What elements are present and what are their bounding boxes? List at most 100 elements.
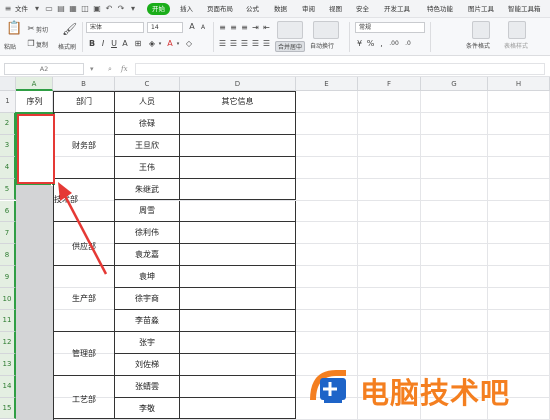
- column-header-a[interactable]: A: [16, 77, 53, 91]
- row-header-2[interactable]: 2: [0, 112, 16, 135]
- format-painter-button[interactable]: 格式刷: [58, 42, 76, 51]
- table-style-button[interactable]: 表格样式: [504, 41, 528, 50]
- other-info-cell[interactable]: [180, 134, 296, 157]
- fill-color-icon[interactable]: ◈: [148, 39, 156, 49]
- select-all-corner[interactable]: [0, 77, 16, 91]
- bold-icon[interactable]: B: [88, 39, 96, 49]
- person-cell[interactable]: 徐宇商: [115, 288, 180, 310]
- other-info-cell[interactable]: [180, 244, 296, 267]
- tab-security[interactable]: 安全: [356, 3, 369, 15]
- person-cell[interactable]: 刘佐梯: [115, 353, 180, 376]
- person-cell[interactable]: 王伟: [115, 156, 180, 179]
- person-cell[interactable]: 张蜻雲: [115, 375, 180, 398]
- other-info-cell[interactable]: [180, 178, 296, 201]
- header-cell-seq[interactable]: 序列: [16, 91, 53, 113]
- person-cell[interactable]: 袁坤: [115, 266, 180, 289]
- column-header-h[interactable]: H: [488, 77, 550, 91]
- justify-icon[interactable]: ☰: [251, 39, 260, 49]
- redo-icon[interactable]: ↷: [116, 4, 126, 14]
- row-header-9[interactable]: 9: [0, 266, 16, 289]
- clear-format-icon[interactable]: ◇: [184, 39, 194, 49]
- wrap-text-icon[interactable]: [313, 21, 339, 39]
- more-icon[interactable]: ▾: [128, 4, 138, 14]
- folder-icon[interactable]: ▤: [56, 4, 66, 14]
- tab-developer[interactable]: 开发工具: [384, 3, 410, 15]
- align-center-icon[interactable]: ☰: [229, 39, 238, 49]
- menu-icon[interactable]: ≡: [3, 4, 13, 14]
- department-cell[interactable]: 工艺部: [54, 375, 115, 420]
- decrease-decimal-icon[interactable]: .0: [402, 39, 414, 49]
- align-bottom-icon[interactable]: ≡: [240, 23, 249, 33]
- function-icon[interactable]: fx: [121, 63, 128, 75]
- row-header-14[interactable]: 14: [0, 375, 16, 398]
- department-cell[interactable]: 管理部: [54, 331, 115, 376]
- currency-icon[interactable]: ¥: [355, 39, 364, 49]
- row-header-13[interactable]: 13: [0, 353, 16, 376]
- column-header-c[interactable]: C: [115, 77, 180, 91]
- tab-home[interactable]: 开始: [147, 3, 170, 15]
- column-header-b[interactable]: B: [53, 77, 115, 91]
- row-header-5[interactable]: 5: [0, 178, 16, 201]
- person-cell[interactable]: 王旦欣: [115, 134, 180, 157]
- other-info-cell[interactable]: [180, 397, 296, 420]
- conditional-format-icon[interactable]: [472, 21, 490, 39]
- other-info-cell[interactable]: [180, 331, 296, 354]
- person-cell[interactable]: 张宇: [115, 331, 180, 354]
- person-cell[interactable]: 李敬: [115, 397, 180, 420]
- save-icon[interactable]: ▣: [92, 4, 102, 14]
- align-top-icon[interactable]: ≡: [218, 23, 227, 33]
- font-name-select[interactable]: 宋体: [86, 22, 144, 33]
- person-cell[interactable]: 周雪: [115, 200, 180, 223]
- other-info-cell[interactable]: [180, 353, 296, 376]
- fill-dropdown-icon[interactable]: ▾: [157, 39, 163, 49]
- other-info-cell[interactable]: [180, 310, 296, 332]
- name-box[interactable]: A2: [4, 63, 84, 75]
- department-cell[interactable]: 技术部: [54, 178, 115, 223]
- header-cell-dept[interactable]: 部门: [54, 91, 115, 113]
- row-header-15[interactable]: 15: [0, 397, 16, 420]
- person-cell[interactable]: 袁龙嘉: [115, 244, 180, 267]
- tab-smart-toolbox[interactable]: 智能工具箱: [508, 3, 541, 15]
- tab-data[interactable]: 数据: [274, 3, 287, 15]
- zoom-icon[interactable]: ⌕: [108, 63, 112, 75]
- wrap-text-button[interactable]: 自动换行: [310, 41, 334, 50]
- row-header-12[interactable]: 12: [0, 331, 16, 354]
- preview-icon[interactable]: ◫: [80, 4, 90, 14]
- tab-insert[interactable]: 插入: [180, 3, 193, 15]
- person-cell[interactable]: 李苗淼: [115, 310, 180, 332]
- tab-features[interactable]: 特色功能: [427, 3, 453, 15]
- font-color-icon[interactable]: A: [166, 39, 174, 49]
- tab-view[interactable]: 视图: [329, 3, 342, 15]
- open-icon[interactable]: ▭: [44, 4, 54, 14]
- outdent-icon[interactable]: ⇤: [262, 23, 271, 33]
- row-header-4[interactable]: 4: [0, 156, 16, 179]
- other-info-cell[interactable]: [180, 156, 296, 179]
- header-cell-other[interactable]: 其它信息: [180, 91, 296, 113]
- column-header-g[interactable]: G: [421, 77, 488, 91]
- number-format-select[interactable]: 常规: [355, 22, 425, 33]
- column-header-d[interactable]: D: [180, 77, 296, 91]
- brush-icon[interactable]: 🖌: [62, 22, 77, 36]
- undo-icon[interactable]: ↶: [104, 4, 114, 14]
- other-info-cell[interactable]: [180, 200, 296, 223]
- tab-picture-tools[interactable]: 图片工具: [468, 3, 494, 15]
- merge-center-icon[interactable]: [277, 21, 303, 39]
- other-info-cell[interactable]: [180, 288, 296, 310]
- thousands-icon[interactable]: ,: [377, 39, 386, 49]
- person-cell[interactable]: 徐利伟: [115, 222, 180, 245]
- align-left-icon[interactable]: ☰: [218, 39, 227, 49]
- underline-icon[interactable]: U: [110, 39, 118, 49]
- tab-review[interactable]: 审阅: [302, 3, 315, 15]
- row-header-10[interactable]: 10: [0, 288, 16, 310]
- indent-icon[interactable]: ⇥: [251, 23, 260, 33]
- row-header-8[interactable]: 8: [0, 244, 16, 267]
- distributed-icon[interactable]: ☰: [262, 39, 271, 49]
- column-header-f[interactable]: F: [358, 77, 421, 91]
- italic-icon[interactable]: I: [99, 39, 107, 49]
- merge-center-button[interactable]: 合并居中: [275, 41, 306, 52]
- row-header-7[interactable]: 7: [0, 222, 16, 245]
- paste-icon[interactable]: 📋: [6, 22, 22, 36]
- scissors-icon[interactable]: ✂: [27, 24, 35, 34]
- row-header-1[interactable]: 1: [0, 91, 16, 113]
- row-header-11[interactable]: 11: [0, 310, 16, 332]
